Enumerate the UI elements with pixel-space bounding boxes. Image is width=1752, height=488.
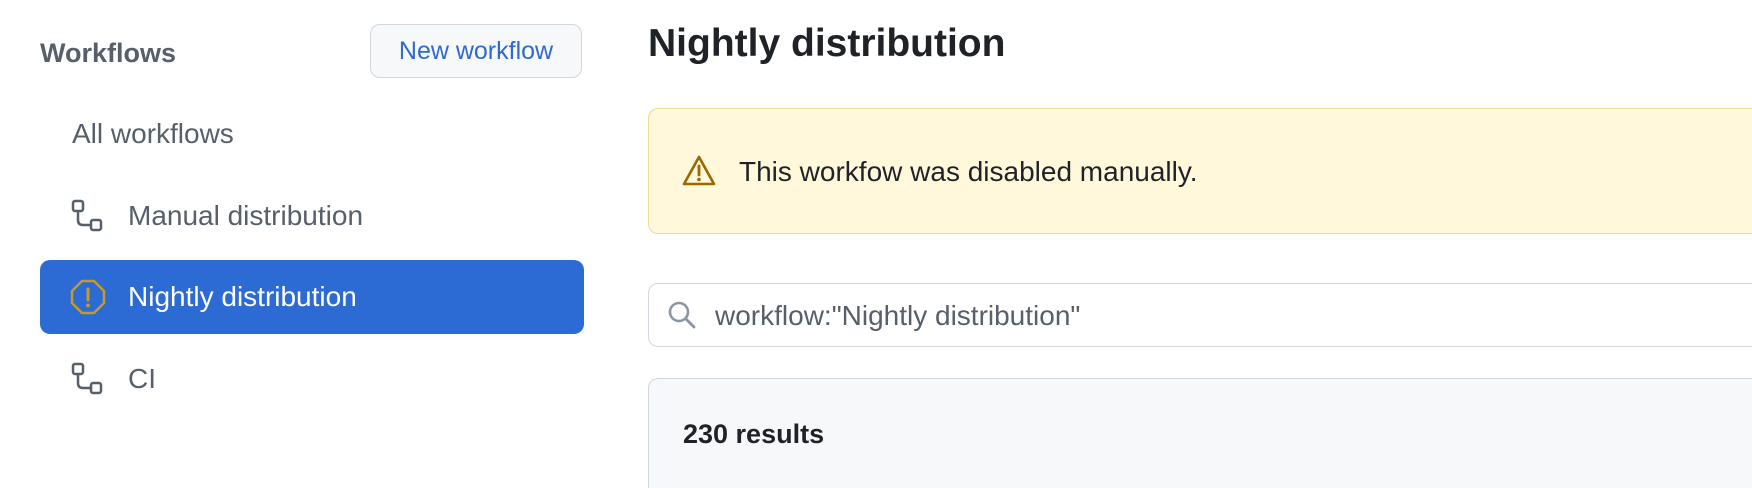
results-panel: 230 results <box>648 378 1752 488</box>
sidebar-item-manual-distribution[interactable]: Manual distribution <box>40 179 584 253</box>
workflow-icon <box>70 198 106 234</box>
sidebar-item-label: All workflows <box>72 118 234 149</box>
sidebar-item-all-workflows[interactable]: All workflows <box>40 97 584 171</box>
banner-message: This workfow was disabled manually. <box>739 156 1198 187</box>
new-workflow-button[interactable]: New workflow <box>370 24 582 78</box>
disabled-warning-banner: This workfow was disabled manually. <box>648 108 1752 234</box>
sidebar-item-ci[interactable]: CI <box>40 342 584 416</box>
disabled-octagon-icon <box>70 279 106 315</box>
workflow-icon <box>70 361 106 397</box>
search-input[interactable]: workflow:"Nightly distribution" <box>648 283 1752 347</box>
sidebar-item-label: Nightly distribution <box>128 281 357 312</box>
page-title: Nightly distribution <box>648 22 1006 65</box>
search-query: workflow:"Nightly distribution" <box>715 300 1081 331</box>
sidebar-title: Workflows <box>40 38 177 68</box>
results-count: 230 results <box>683 419 825 449</box>
search-icon <box>665 298 699 332</box>
workflows-page: Workflows New workflow All workflows Man… <box>0 0 1752 488</box>
sidebar-item-label: Manual distribution <box>128 200 364 231</box>
sidebar-item-nightly-distribution[interactable]: Nightly distribution <box>40 260 584 334</box>
sidebar-item-label: CI <box>128 363 156 394</box>
alert-triangle-icon <box>681 153 717 189</box>
